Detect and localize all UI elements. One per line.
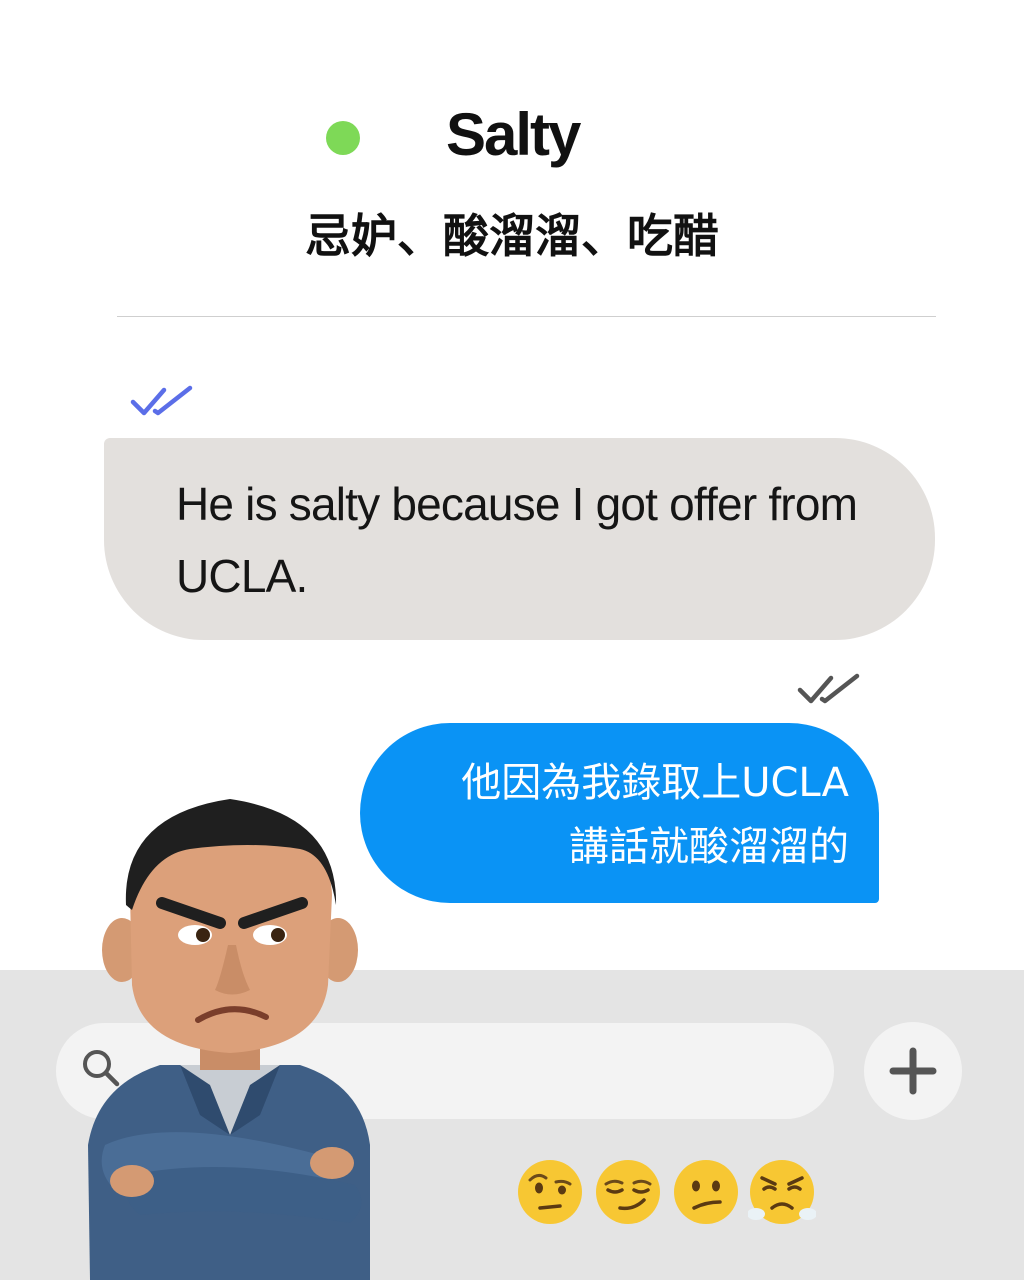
raised-eyebrow-emoji[interactable]: [516, 1158, 584, 1226]
header-divider: [117, 316, 936, 317]
add-button[interactable]: [864, 1022, 962, 1120]
incoming-message-bubble[interactable]: He is salty because I got offer from UCL…: [104, 438, 935, 640]
confused-emoji[interactable]: [672, 1158, 740, 1226]
double-check-icon: [797, 673, 860, 704]
plus-icon: [889, 1047, 937, 1095]
chat-subtitle: 忌妒、酸溜溜、吃醋: [305, 209, 719, 263]
outgoing-message-line: 他因為我錄取上UCLA: [461, 760, 849, 806]
incoming-message-text: He is salty because I got offer from UCL…: [176, 478, 858, 602]
online-status-dot: [326, 121, 360, 155]
smirk-emoji[interactable]: [594, 1158, 662, 1226]
angry-man-illustration: [88, 799, 370, 1280]
outgoing-message-line: 講話就酸溜溜的: [569, 824, 849, 870]
outgoing-message-bubble[interactable]: 他因為我錄取上UCLA 講話就酸溜溜的: [360, 723, 879, 903]
double-check-icon: [130, 385, 193, 416]
huffing-emoji[interactable]: [748, 1158, 816, 1226]
chat-title: Salty: [446, 101, 581, 168]
